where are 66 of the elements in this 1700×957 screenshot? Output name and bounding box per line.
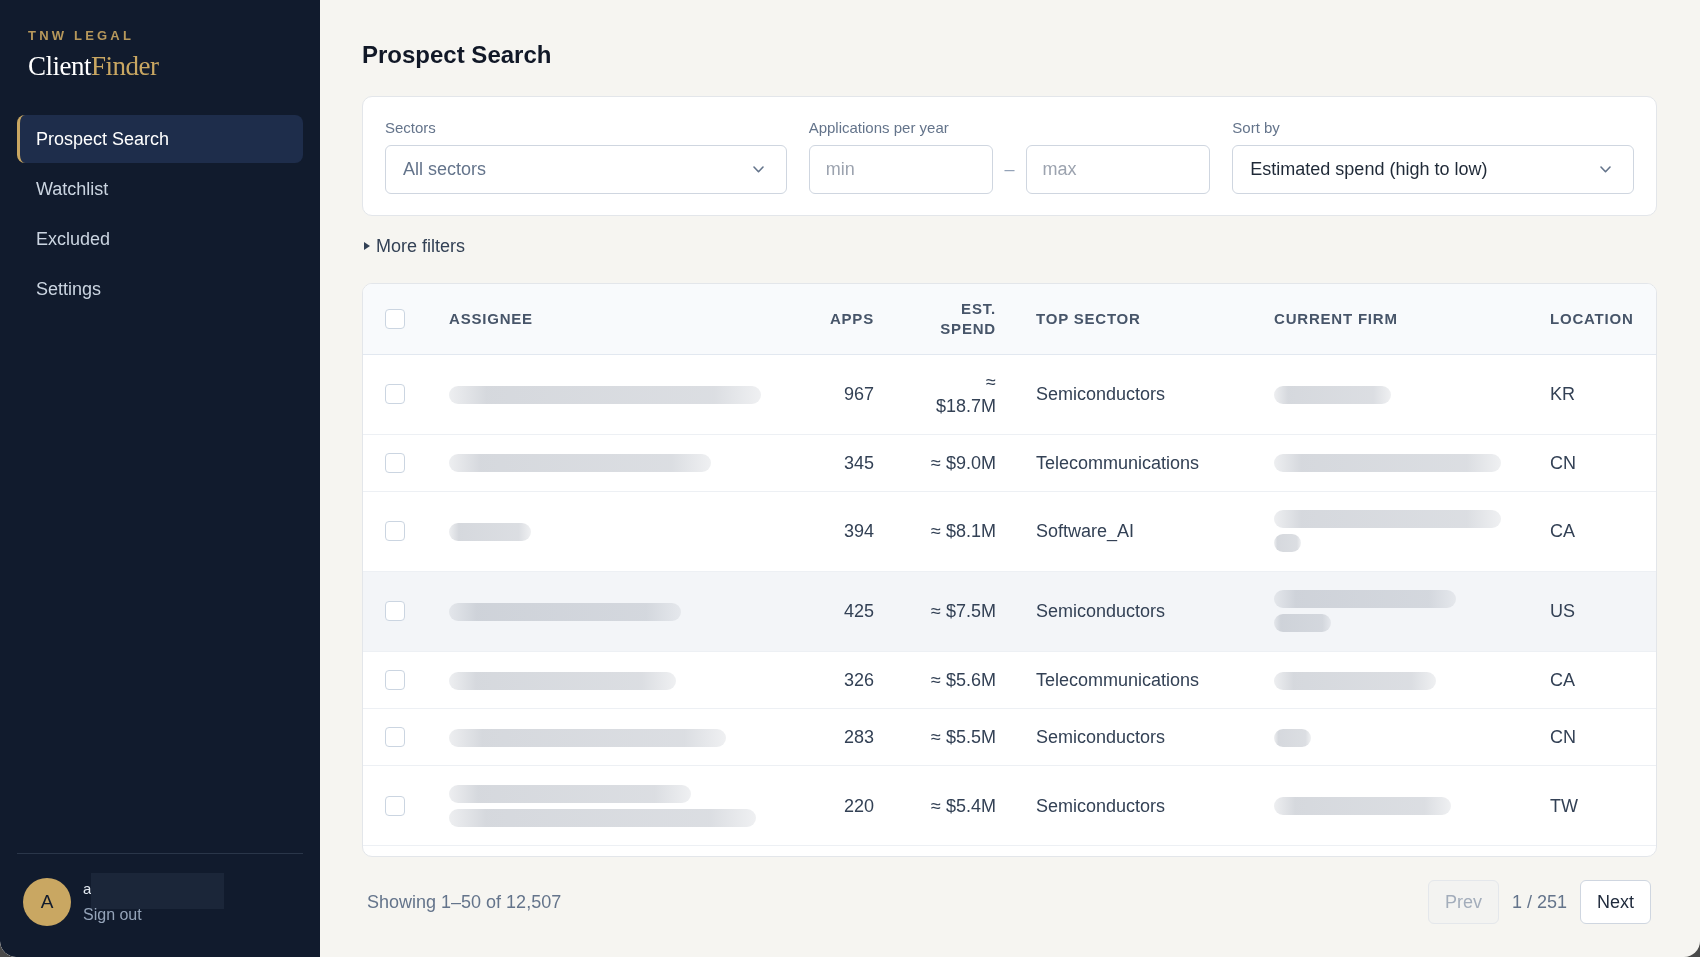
page-title: Prospect Search	[362, 40, 552, 70]
select-field[interactable]: All sectors	[385, 145, 787, 194]
checkbox[interactable]	[385, 669, 405, 690]
range-separator: –	[1004, 159, 1015, 180]
checkbox[interactable]	[385, 308, 405, 329]
max-input[interactable]: max	[1025, 145, 1211, 194]
next-button[interactable]: Next	[1580, 880, 1651, 925]
table-cell: 345	[807, 434, 894, 492]
nav-item[interactable]: Prospect Search	[17, 115, 303, 163]
table-cell: 220	[807, 765, 894, 846]
table-cell: ≈ $7.5M	[894, 571, 1016, 652]
checkbox[interactable]	[385, 452, 405, 473]
column-header: TOP SECTOR	[1016, 284, 1254, 354]
checkbox[interactable]	[385, 521, 405, 542]
table-cell: Telecommunications	[1016, 651, 1254, 709]
user-avatar: A	[23, 878, 71, 926]
table-cell: TW	[1530, 765, 1656, 846]
sign-out-link[interactable]: Sign out	[83, 905, 142, 925]
column-header: ASSIGNEE	[429, 284, 807, 354]
nav-item[interactable]: Excluded	[17, 215, 303, 263]
results-summary: Showing 1–50 of 12,507	[367, 891, 562, 913]
checkbox[interactable]	[385, 601, 405, 622]
column-header: EST. SPEND	[894, 284, 1016, 354]
table-cell: ≈ $9.0M	[894, 434, 1016, 492]
checkbox[interactable]	[385, 727, 405, 748]
table-cell: ≈ $8.1M	[894, 491, 1016, 572]
checkbox[interactable]	[385, 384, 405, 404]
table-cell: 283	[807, 708, 894, 766]
table-cell: Semiconductors	[1016, 354, 1254, 434]
column-header: APPS	[807, 284, 894, 354]
table-cell: Semiconductors	[1016, 571, 1254, 652]
table-cell: ≈ $5.4M	[894, 765, 1016, 846]
table-cell: CN	[1530, 708, 1656, 766]
filter-label: Sort by	[1232, 119, 1280, 137]
nav-item[interactable]: Settings	[17, 265, 303, 313]
filter-label: Applications per year	[808, 119, 949, 137]
table-cell: Semiconductors	[1016, 708, 1254, 766]
table-cell: ≈ $18.7M	[894, 354, 1016, 434]
table-cell: Semiconductors	[1016, 765, 1254, 846]
table-cell: ≈ $5.6M	[894, 651, 1016, 709]
table-cell: ≈ $5.5M	[894, 708, 1016, 766]
app-logo: ClientFinder	[28, 50, 159, 82]
table-cell: 326	[807, 651, 894, 709]
checkbox[interactable]	[385, 795, 405, 816]
column-header: LOCATION	[1530, 284, 1656, 354]
nav-item[interactable]: Watchlist	[17, 165, 303, 213]
table-cell: US	[1530, 571, 1656, 652]
table-cell: Telecommunications	[1016, 434, 1254, 492]
column-header: CURRENT FIRM	[1254, 284, 1530, 354]
page-indicator: 1 / 251	[1511, 891, 1567, 913]
table-cell: Software_AI	[1016, 491, 1254, 572]
table-cell: CA	[1530, 651, 1656, 709]
user-name: a	[83, 879, 92, 899]
table-cell: KR	[1530, 354, 1656, 434]
table-cell: CA	[1530, 491, 1656, 572]
select-field[interactable]: Estimated spend (high to low)	[1232, 145, 1634, 194]
min-input[interactable]: min	[808, 145, 994, 194]
brand-eyebrow: TNW LEGAL	[28, 28, 135, 44]
table-cell: 425	[807, 571, 894, 652]
chevron-down-icon	[1600, 166, 1611, 173]
chevron-down-icon	[752, 166, 764, 173]
filter-label: Sectors	[385, 119, 436, 137]
more-filters-toggle[interactable]: More filters	[362, 234, 465, 258]
table-cell: 967	[807, 354, 894, 434]
table-cell: CN	[1530, 434, 1656, 492]
table-cell: 394	[807, 491, 894, 572]
